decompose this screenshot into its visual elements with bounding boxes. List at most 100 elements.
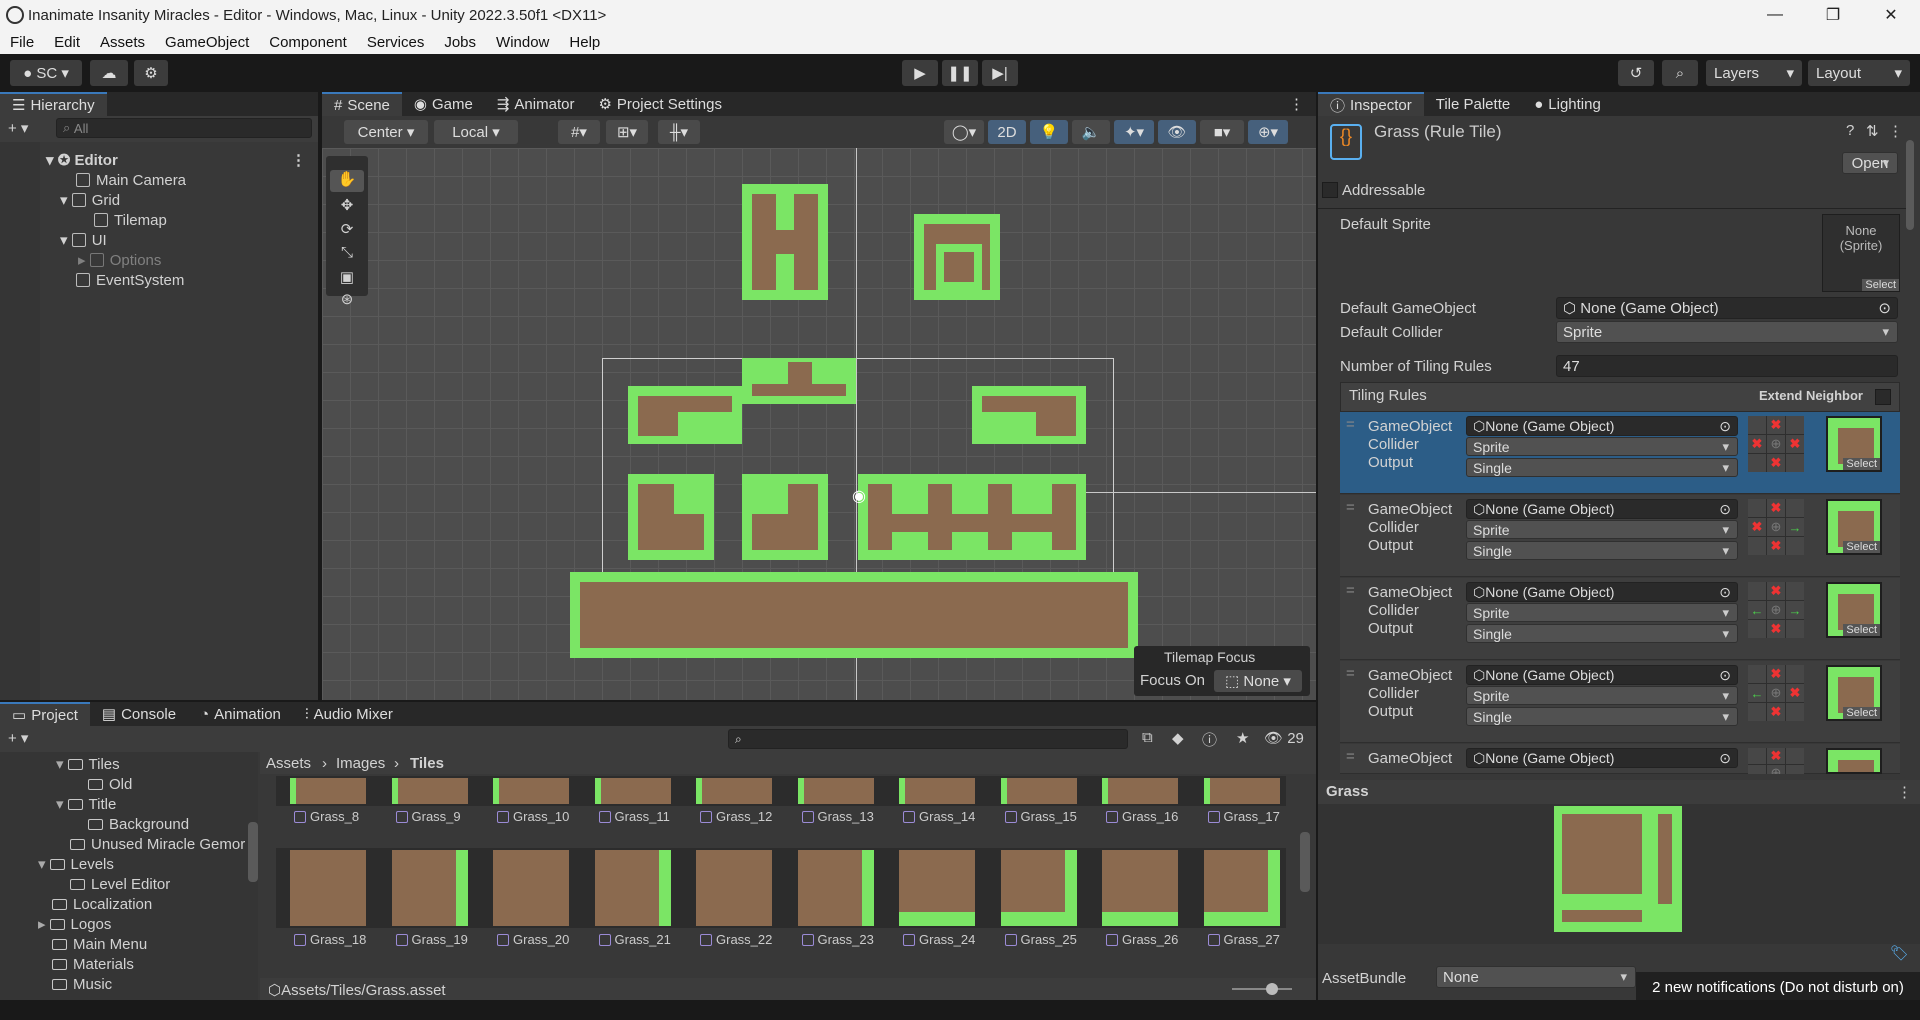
rule-sprite-thumbnail[interactable]: Select xyxy=(1826,499,1882,555)
rotate-tool-icon[interactable]: ⟳ xyxy=(330,220,364,240)
scene-viewport[interactable]: ✋ ✥ ⟳ ⤡ ▣ ⊛ ◉ Tilemap Focus Focus On ⬚ N… xyxy=(322,148,1316,700)
ruler-icon[interactable]: ╫▾ xyxy=(658,120,700,144)
tile-asset-thumbnail[interactable] xyxy=(899,850,975,926)
tile-asset-thumbnail[interactable] xyxy=(1000,850,1077,926)
focus-on-dropdown[interactable]: ⬚ None ▾ xyxy=(1214,670,1302,692)
rule-sprite-thumbnail[interactable] xyxy=(1826,748,1882,774)
tab-inspector[interactable]: ⓘ Inspector xyxy=(1318,92,1424,116)
neighbor-cell[interactable] xyxy=(1786,582,1804,600)
arrow-right-icon[interactable]: → xyxy=(1786,518,1804,536)
neighbor-cell[interactable] xyxy=(1748,454,1766,472)
menu-assets[interactable]: Assets xyxy=(90,34,155,51)
chevron-down-icon[interactable]: ▾ xyxy=(38,855,46,873)
scale-tool-icon[interactable]: ⤡ xyxy=(330,244,364,264)
breadcrumb-images[interactable]: Images xyxy=(336,755,385,772)
tab-console[interactable]: ▤ Console xyxy=(90,702,188,726)
neighbor-not-icon[interactable]: ✖ xyxy=(1786,684,1804,702)
account-dropdown[interactable]: ● SC ▾ xyxy=(10,60,82,86)
restore-button[interactable]: ❐ xyxy=(1804,0,1862,30)
tab-hierarchy[interactable]: ☰ Hierarchy xyxy=(0,92,107,116)
tile-asset-label[interactable]: Grass_21 xyxy=(599,932,671,947)
rule-output-dropdown[interactable]: Single xyxy=(1466,541,1738,560)
step-button[interactable]: ▶| xyxy=(982,60,1018,86)
tile-asset-thumbnail[interactable] xyxy=(391,850,468,926)
folder-materials[interactable]: Materials xyxy=(38,954,134,974)
chevron-down-icon[interactable]: ▾ xyxy=(56,795,64,813)
tile-asset-thumbnail[interactable] xyxy=(493,778,569,804)
menu-component[interactable]: Component xyxy=(259,34,357,51)
transform-tool-icon[interactable]: ⊛ xyxy=(330,290,364,310)
folder-localization[interactable]: Localization xyxy=(38,894,152,914)
rule-sprite-thumbnail[interactable]: Select xyxy=(1826,582,1882,638)
rule-neighbor-grid[interactable]: ✖ ← ⊕ ✖ ✖ xyxy=(1748,665,1804,721)
folder-old[interactable]: Old xyxy=(74,774,132,794)
tile-asset-label[interactable]: Grass_12 xyxy=(700,809,772,824)
hierarchy-item-tilemap[interactable]: Tilemap xyxy=(94,210,167,230)
select-sprite-button[interactable]: Select xyxy=(1843,707,1880,719)
object-picker-icon[interactable]: ⊙ xyxy=(1719,667,1731,684)
neighbor-not-icon[interactable]: ✖ xyxy=(1767,665,1785,683)
tab-tile-palette[interactable]: Tile Palette xyxy=(1424,92,1522,116)
toggle-2d-button[interactable]: 2D xyxy=(988,120,1026,144)
tile-asset-thumbnail[interactable] xyxy=(391,778,468,804)
neighbor-not-icon[interactable]: ✖ xyxy=(1767,582,1785,600)
tile-asset-thumbnail[interactable] xyxy=(696,850,772,926)
select-sprite-button[interactable]: Select xyxy=(1843,624,1880,636)
tile-asset-thumbnail[interactable] xyxy=(797,850,874,926)
neighbor-cell[interactable] xyxy=(1748,416,1766,434)
arrow-left-icon[interactable]: ← xyxy=(1748,601,1766,619)
hierarchy-scene-editor[interactable]: ▾ ✪ Editor ⋮ xyxy=(46,150,316,170)
center-cell-icon[interactable]: ⊕ xyxy=(1767,765,1785,774)
tile-asset-thumbnail[interactable] xyxy=(594,850,671,926)
help-icon[interactable]: ? xyxy=(1846,122,1854,139)
tile-asset-label[interactable]: Grass_16 xyxy=(1106,809,1178,824)
drag-handle-icon[interactable]: = xyxy=(1346,748,1355,765)
tile-asset-thumbnail[interactable] xyxy=(1102,850,1178,926)
tab-lighting[interactable]: ● Lighting xyxy=(1522,92,1613,116)
select-sprite-button[interactable]: Select xyxy=(1843,541,1880,553)
neighbor-cell[interactable] xyxy=(1748,582,1766,600)
rule-gameobject-field[interactable]: ⬡ None (Game Object) ⊙ xyxy=(1466,665,1738,685)
object-picker-icon[interactable]: ⊙ xyxy=(1719,418,1731,435)
menu-services[interactable]: Services xyxy=(357,34,435,51)
tab-game[interactable]: ◉ Game xyxy=(402,92,485,116)
neighbor-not-icon[interactable]: ✖ xyxy=(1767,748,1785,764)
tile-asset-thumbnail[interactable] xyxy=(493,850,569,926)
tile-asset-label[interactable]: Grass_20 xyxy=(497,932,569,947)
tile-asset-thumbnail[interactable] xyxy=(899,778,975,804)
gizmos-icon[interactable]: ⊕▾ xyxy=(1248,120,1288,144)
rule-gameobject-field[interactable]: ⬡ None (Game Object) ⊙ xyxy=(1466,416,1738,436)
tile-asset-label[interactable]: Grass_17 xyxy=(1208,809,1280,824)
breadcrumb-assets[interactable]: Assets xyxy=(266,755,311,772)
hierarchy-item-ui[interactable]: ▾ UI xyxy=(60,230,107,250)
center-cell-icon[interactable]: ⊕ xyxy=(1767,435,1785,453)
neighbor-not-icon[interactable]: ✖ xyxy=(1786,435,1804,453)
notification-toast[interactable]: 2 new notifications (Do not disturb on) xyxy=(1636,972,1920,1002)
rule-neighbor-grid[interactable]: ✖ ✖ ⊕ → ✖ xyxy=(1748,499,1804,555)
menu-gameobject[interactable]: GameObject xyxy=(155,34,259,51)
center-cell-icon[interactable]: ⊕ xyxy=(1767,518,1785,536)
thumbnail-size-slider[interactable] xyxy=(1266,983,1278,995)
object-picker-icon[interactable]: ⊙ xyxy=(1878,299,1891,317)
grid-snap-icon[interactable]: #▾ xyxy=(558,120,600,144)
rule-collider-dropdown[interactable]: Sprite xyxy=(1466,520,1738,539)
menu-edit[interactable]: Edit xyxy=(44,34,90,51)
kebab-icon[interactable]: ⋮ xyxy=(1897,783,1912,801)
neighbor-cell[interactable] xyxy=(1748,620,1766,638)
tile-asset-label[interactable]: Grass_10 xyxy=(497,809,569,824)
neighbor-cell[interactable] xyxy=(1786,703,1804,721)
folder-levels[interactable]: ▾ Levels xyxy=(38,854,114,874)
play-button[interactable]: ▶ xyxy=(902,60,938,86)
hierarchy-item-grid[interactable]: ▾ Grid xyxy=(60,190,120,210)
tile-asset-thumbnail[interactable] xyxy=(290,850,366,926)
tile-asset-label[interactable]: Grass_19 xyxy=(396,932,468,947)
object-picker-icon[interactable]: ⊙ xyxy=(1719,501,1731,518)
arrow-left-icon[interactable]: ← xyxy=(1748,684,1766,702)
neighbor-not-icon[interactable]: ✖ xyxy=(1767,537,1785,555)
assetbundle-dropdown[interactable]: None xyxy=(1436,966,1636,988)
tile-asset-thumbnail[interactable] xyxy=(1203,850,1280,926)
rule-sprite-thumbnail[interactable]: Select xyxy=(1826,416,1882,472)
menu-help[interactable]: Help xyxy=(559,34,610,51)
tile-asset-label[interactable]: Grass_11 xyxy=(599,809,670,824)
tile-asset-thumbnail[interactable] xyxy=(1203,778,1280,804)
